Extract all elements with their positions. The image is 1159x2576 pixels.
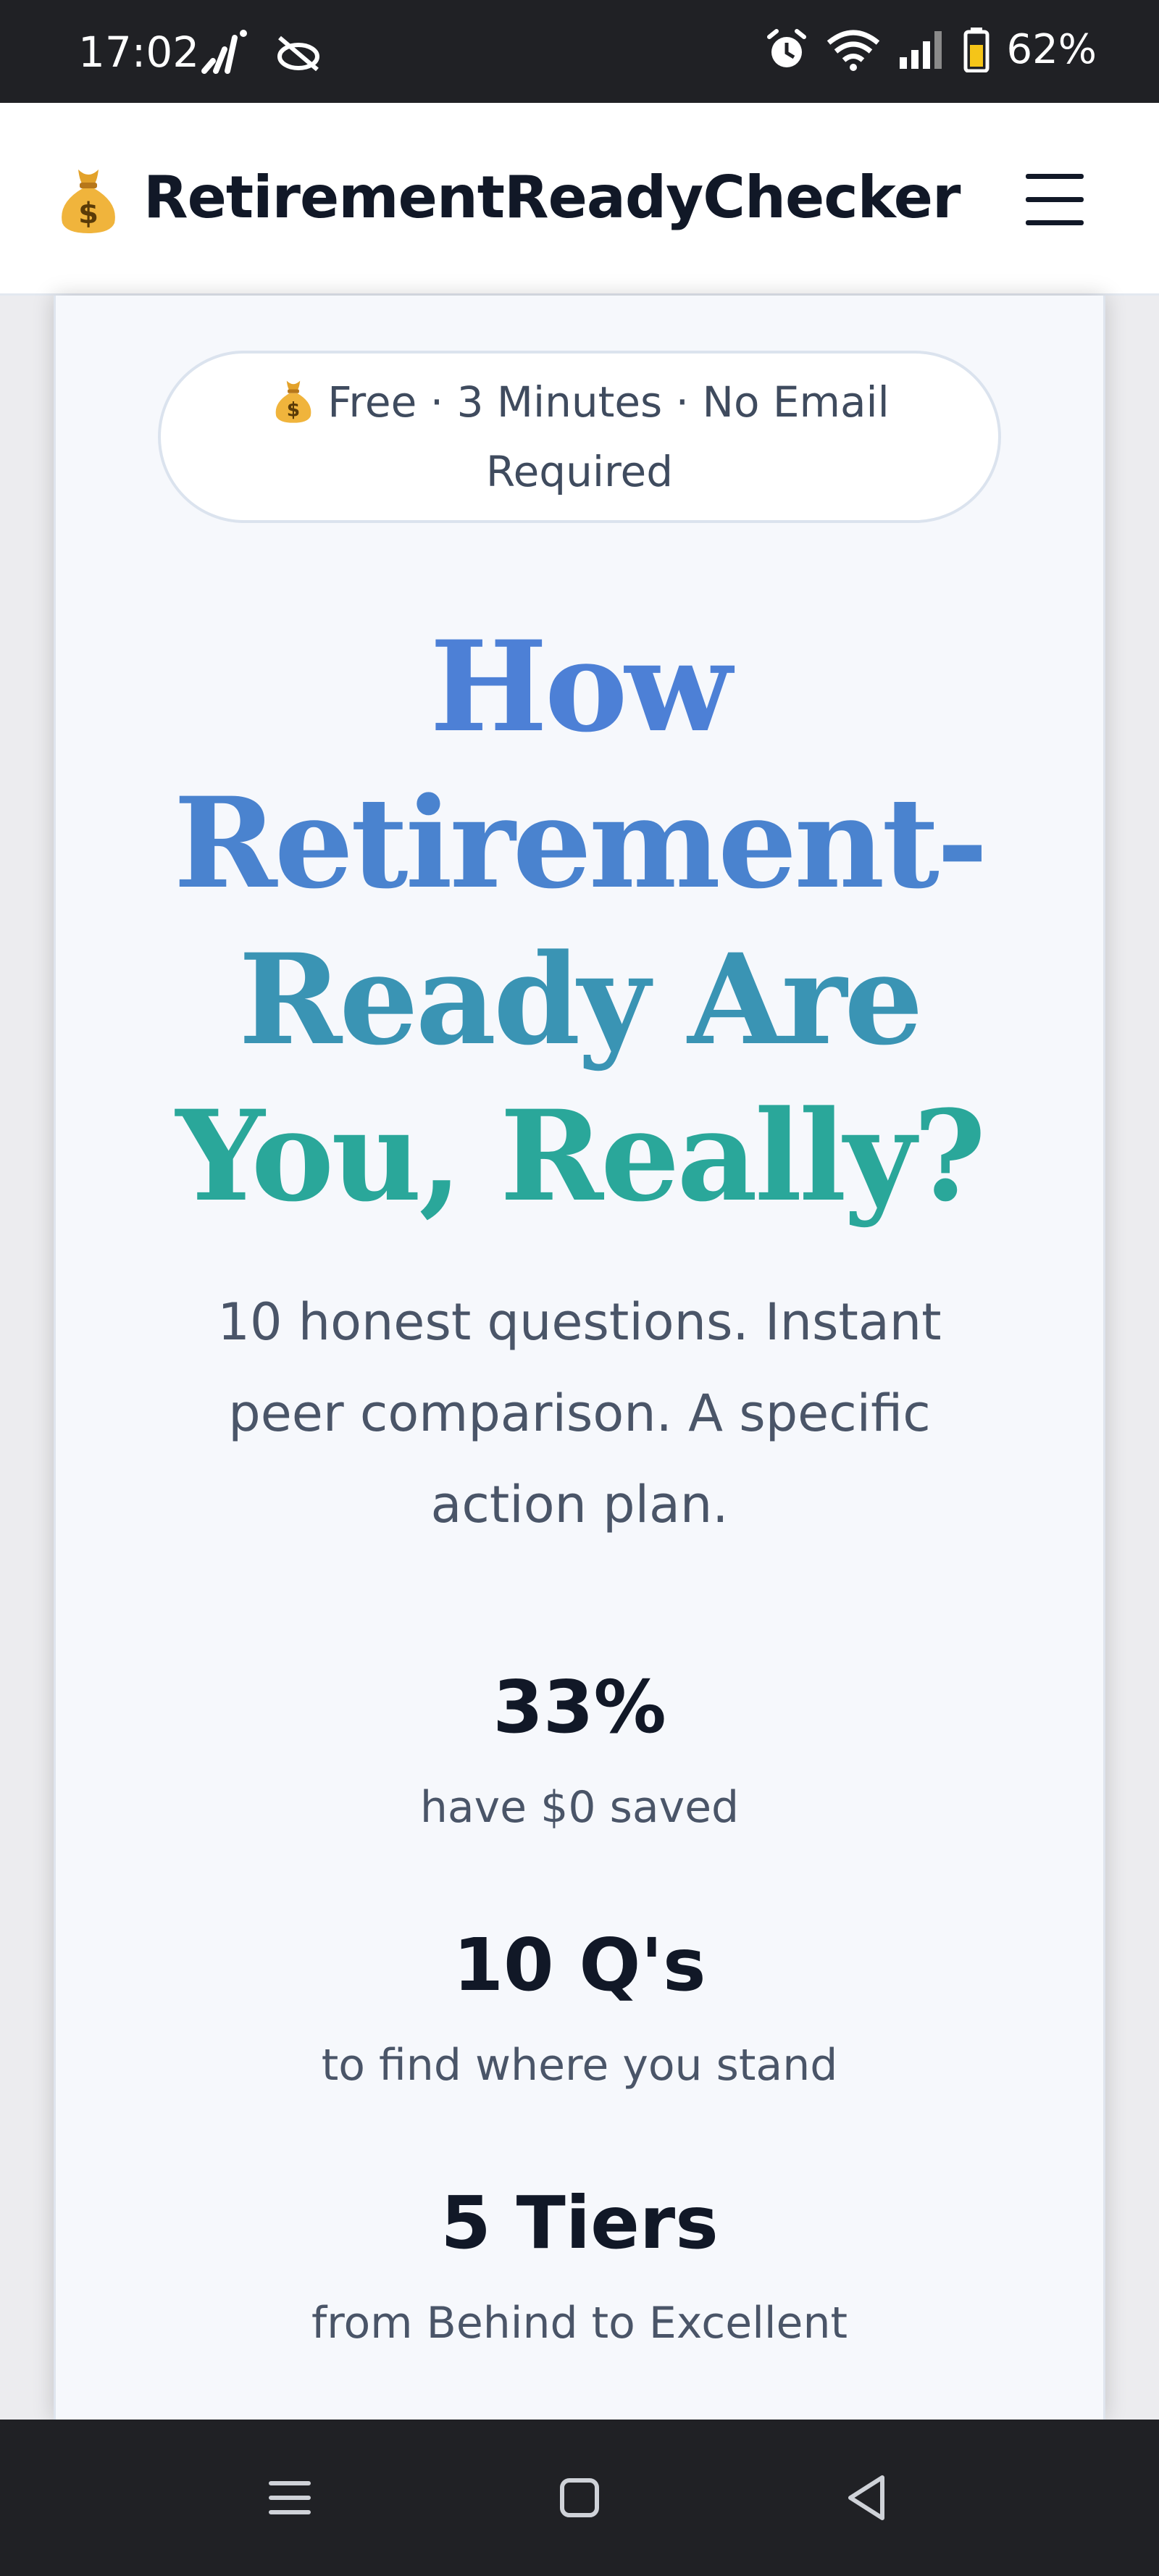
home-icon[interactable] [543,2462,616,2534]
hero-title-line: Retirement- [173,769,989,916]
stat-label: have $0 saved [419,1782,740,1833]
money-bag-icon[interactable]: $ [54,162,123,235]
battery-icon [963,27,989,72]
stat-label: from Behind to Excellent [311,2298,848,2349]
money-bag-icon: $ [275,380,311,423]
recent-apps-icon[interactable] [254,2462,326,2534]
hero-title-line: You, Really? [175,1082,987,1229]
stat-item: 33% have $0 saved [116,1660,1043,1840]
alarm-icon [766,28,806,67]
stat-value: 10 Q's [453,1923,706,2007]
battery-percent: 62% [1006,26,1097,73]
hero-title-line: Ready Are [238,926,923,1073]
status-indicators: 62% [765,26,1097,73]
hero-badge-text: Free · 3 Minutes · No Email Required [327,377,890,496]
wifi-icon [827,30,879,71]
menu-line-icon [1026,174,1084,179]
svg-text:$: $ [78,197,99,230]
menu-line-icon [1026,197,1084,202]
system-nav-bar [0,2420,1159,2576]
stat-item: 10 Q's to find where you stand [116,1918,1043,2098]
stat-label: to find where you stand [321,2040,838,2091]
stat-value: 5 Tiers [440,2180,719,2265]
status-time: 17:02 [78,28,200,77]
do-not-disturb-bird-icon [277,35,319,72]
menu-line-icon [1026,220,1084,225]
back-icon[interactable] [830,2462,903,2534]
hamburger-menu-button[interactable] [1020,168,1089,230]
site-header: $ RetirementReadyChecker [0,103,1159,296]
stat-item: 5 Tiers from Behind to Excellent [116,2176,1043,2356]
hero-title-line: How [430,613,732,760]
hero-badge: $ Free · 3 Minutes · No Email Required [158,351,1001,523]
cell-signal-icon [899,30,942,69]
stat-value: 33% [493,1665,666,1749]
hero-subtitle: 10 honest questions. Instant peer compar… [217,1292,942,1534]
signal-activity-icon [201,30,247,74]
site-brand[interactable]: RetirementReadyChecker [143,164,961,231]
status-bar: 17:02 62% [0,0,1159,103]
svg-text:$: $ [287,398,300,421]
hero-title: How Retirement- Ready Are You, Really? [116,609,1043,1234]
